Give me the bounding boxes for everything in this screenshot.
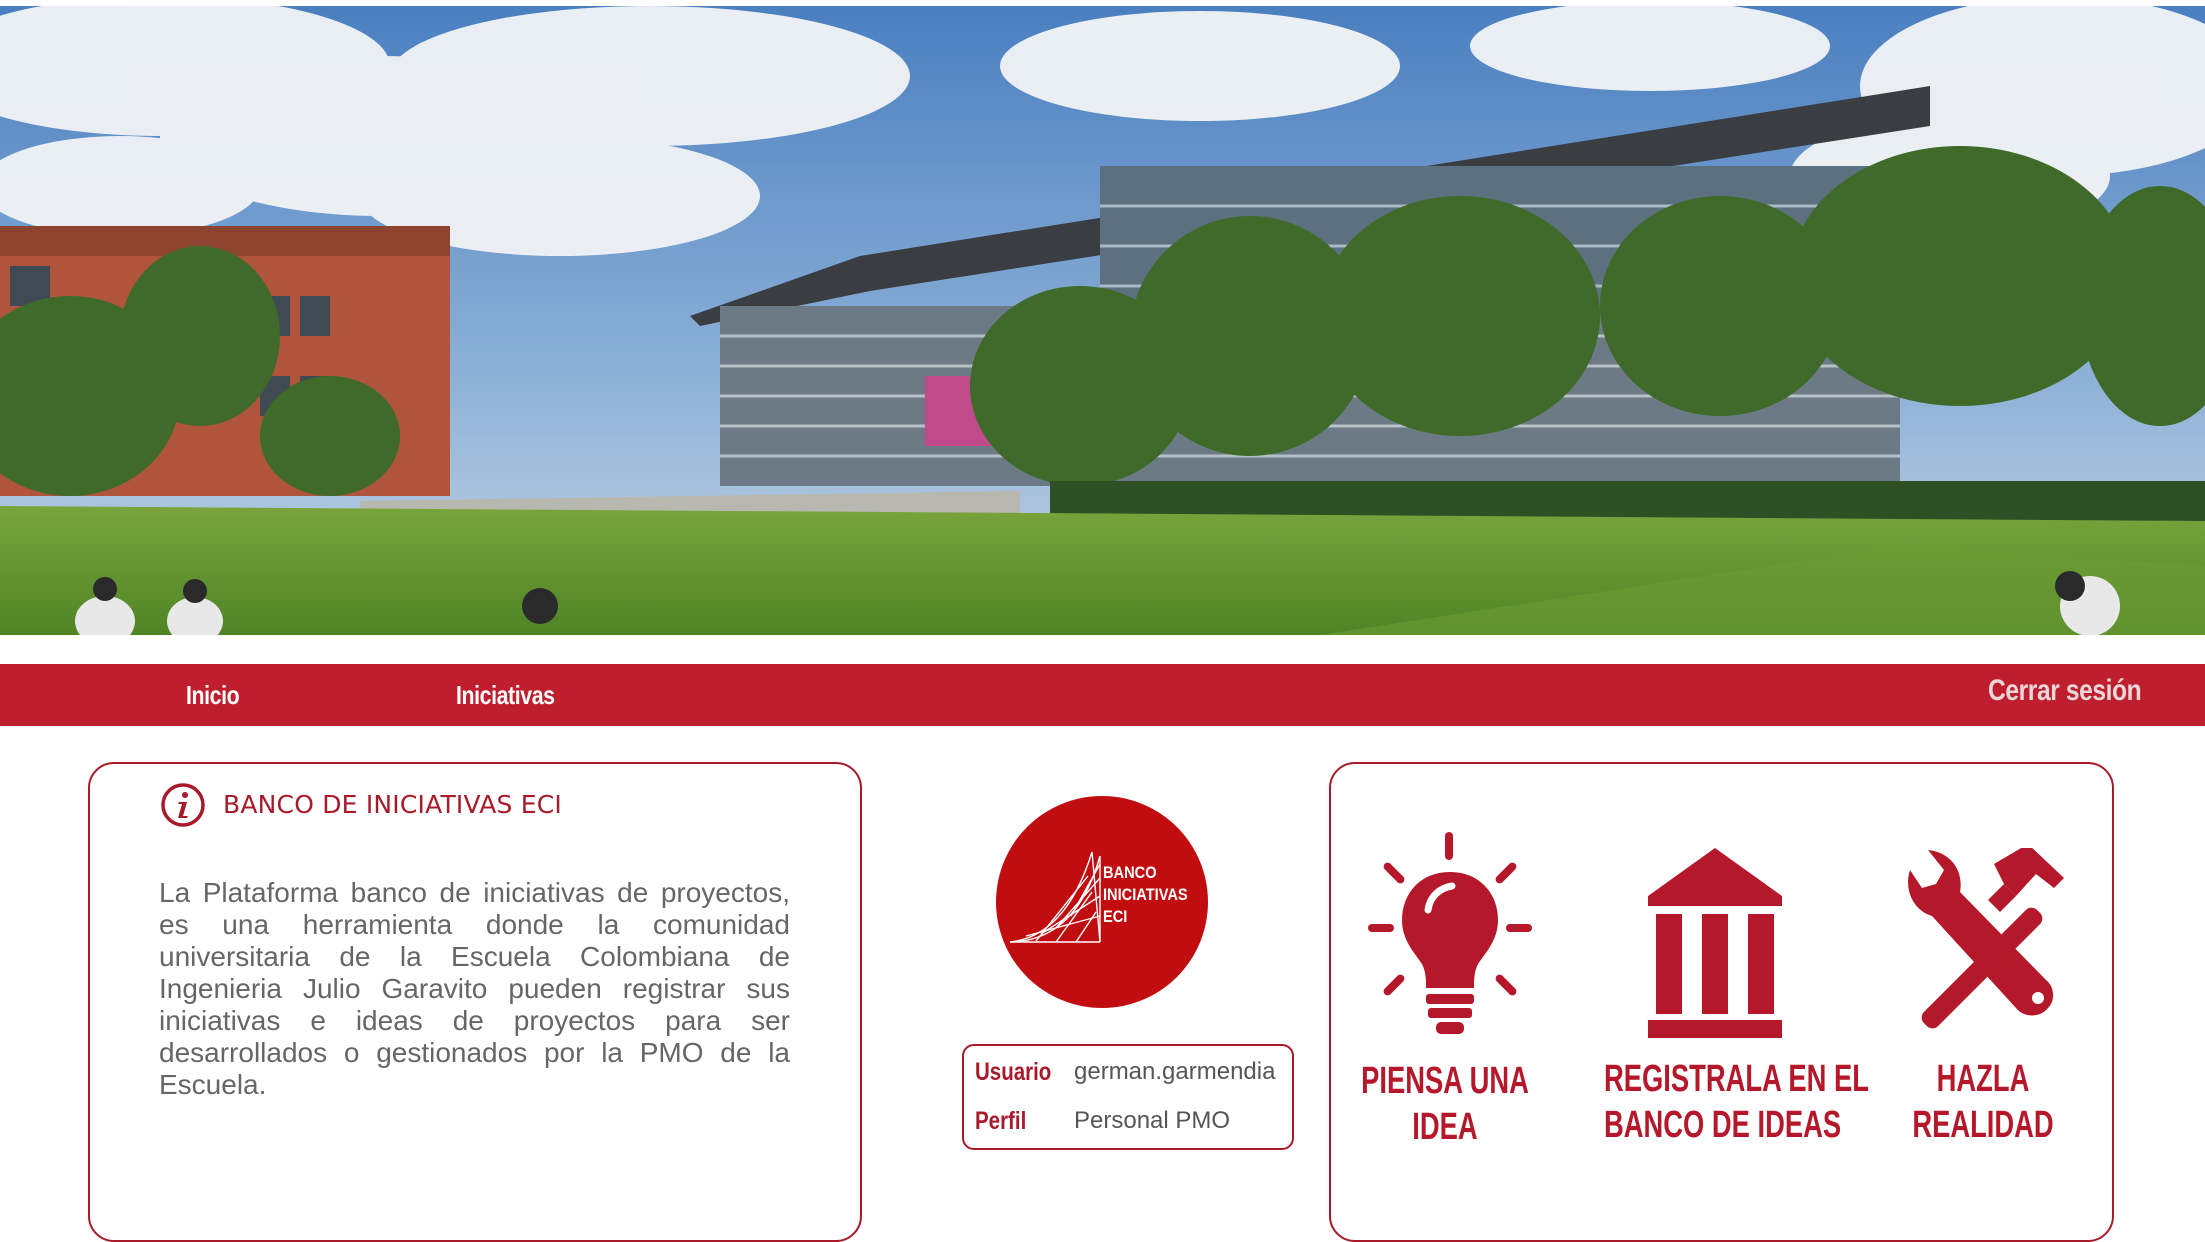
logout-link[interactable]: Cerrar sesión (1988, 674, 2142, 708)
logo-line-1: BANCO (1103, 864, 1157, 882)
nav-link-inicio[interactable]: Inicio (186, 680, 240, 711)
step-1-label: PIENSA UNA IDEA (1344, 1058, 1546, 1150)
info-icon (161, 783, 205, 827)
step-3-label: HAZLA REALIDAD (1879, 1056, 2088, 1148)
step-2-line-2: BANCO DE IDEAS (1604, 1104, 1842, 1146)
info-card-title: BANCO DE INICIATIVAS ECI (223, 790, 562, 819)
info-card-description: La Plataforma banco de iniciativas de pr… (159, 877, 790, 1100)
tools-icon (1908, 848, 2064, 1029)
hero-banner-image (0, 6, 2205, 635)
main-nav-bar: Inicio Iniciativas Cerrar sesión (0, 664, 2205, 726)
nav-link-iniciativas[interactable]: Iniciativas (456, 680, 555, 711)
step-3-line-1: HAZLA (1936, 1058, 2030, 1100)
banco-iniciativas-logo: BANCO INICIATIVAS ECI (996, 796, 1208, 1008)
perfil-value: Personal PMO (1074, 1107, 1231, 1134)
bank-icon (1648, 848, 1782, 1038)
logo-line-2: INICIATIVAS (1103, 886, 1188, 904)
usuario-label: Usuario (975, 1058, 1052, 1086)
lightbulb-icon (1368, 832, 1532, 1034)
step-3-line-2: REALIDAD (1912, 1104, 2054, 1146)
user-info-box: Usuario german.garmendia Perfil Personal… (962, 1044, 1294, 1150)
step-1-line-2: IDEA (1412, 1106, 1478, 1148)
step-1-line-1: PIENSA UNA (1361, 1060, 1529, 1102)
usuario-value: german.garmendia (1074, 1058, 1276, 1085)
step-2-line-1: REGISTRALA EN EL (1604, 1058, 1870, 1100)
perfil-label: Perfil (975, 1107, 1027, 1135)
step-2-label: REGISTRALA EN EL BANCO DE IDEAS (1604, 1056, 1870, 1148)
logo-line-3: ECI (1103, 908, 1127, 926)
